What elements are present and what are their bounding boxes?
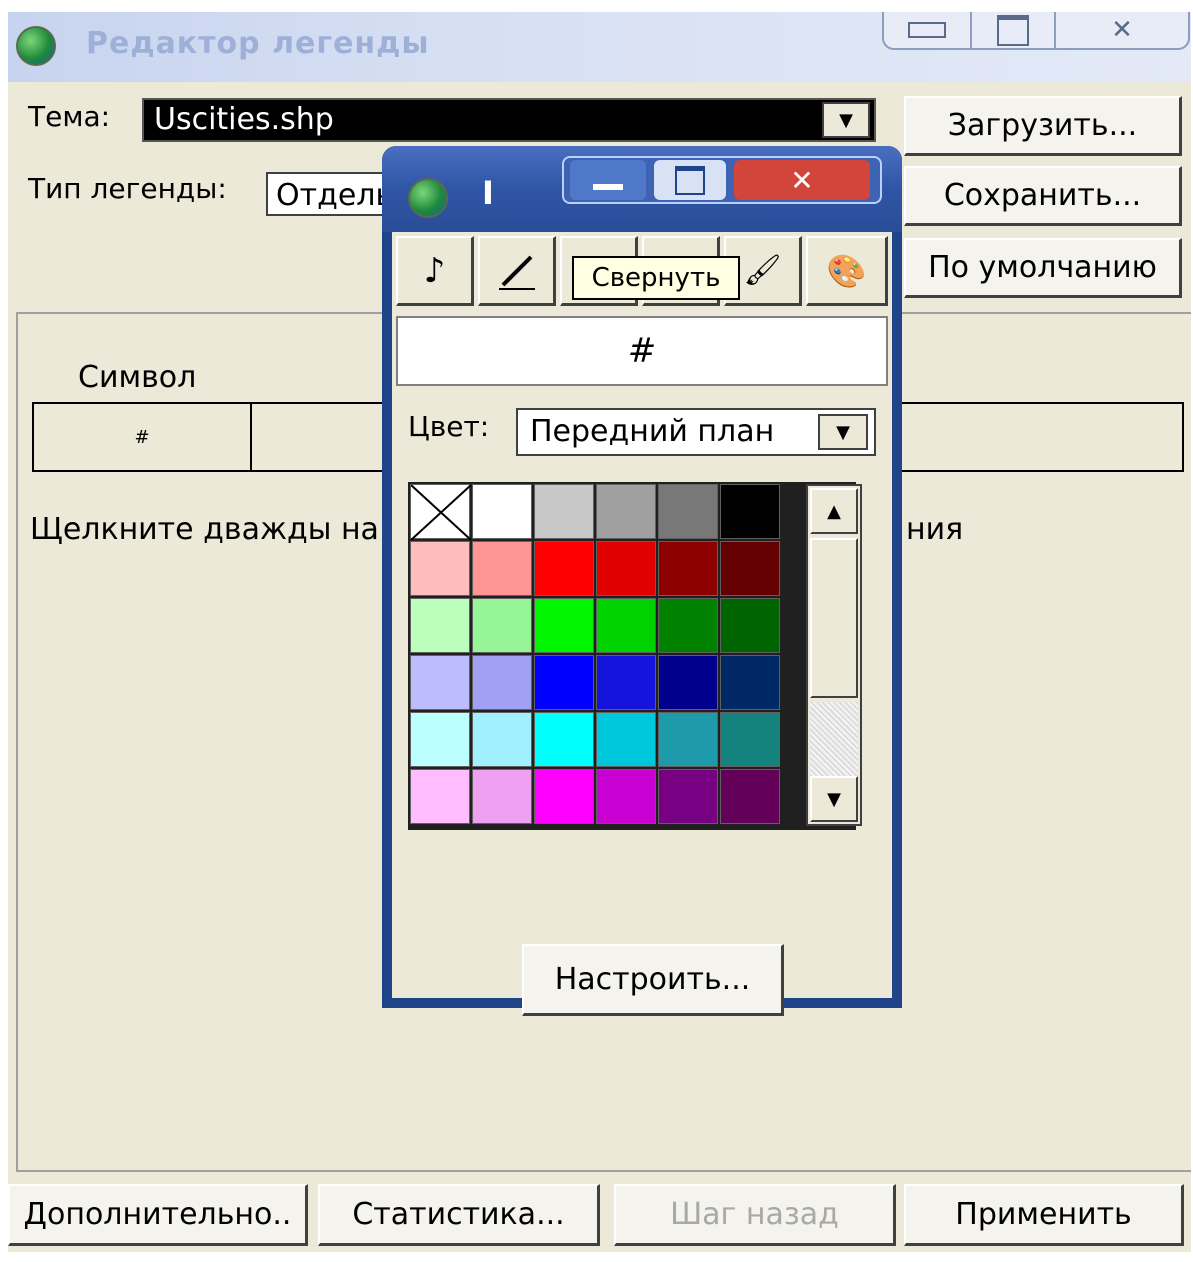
fill-bucket-icon: ♪ bbox=[423, 250, 446, 291]
color-swatch[interactable] bbox=[658, 541, 718, 596]
color-swatch[interactable] bbox=[658, 712, 718, 767]
scroll-track[interactable] bbox=[810, 702, 858, 776]
symbol-window-body: ♪ 🖌 🎨 Свернуть # Цвет: Передний план ▼ ▲… bbox=[392, 232, 892, 1016]
arrow-up-icon: ▲ bbox=[827, 500, 841, 522]
maximize-button[interactable] bbox=[970, 12, 1054, 48]
theme-select-value: Uscities.shp bbox=[154, 102, 334, 137]
color-swatch[interactable] bbox=[658, 598, 718, 653]
minimize-icon bbox=[908, 22, 946, 38]
color-swatch[interactable] bbox=[658, 769, 718, 824]
color-swatch[interactable] bbox=[720, 655, 780, 710]
color-swatch[interactable] bbox=[472, 541, 532, 596]
color-swatch[interactable] bbox=[720, 769, 780, 824]
color-swatch[interactable] bbox=[472, 598, 532, 653]
symbol-window-title-bar: I ✕ bbox=[382, 146, 902, 232]
palette-tool-tab[interactable]: 🎨 bbox=[806, 236, 888, 306]
color-swatch[interactable] bbox=[534, 598, 594, 653]
load-button[interactable]: Загрузить... bbox=[904, 96, 1182, 156]
save-button[interactable]: Сохранить... bbox=[904, 166, 1182, 226]
default-button[interactable]: По умолчанию bbox=[904, 238, 1182, 298]
symbol-window-title: I bbox=[482, 174, 494, 212]
legend-row-symbol[interactable]: # bbox=[34, 404, 252, 470]
color-palette[interactable] bbox=[408, 482, 856, 830]
chevron-down-icon: ▼ bbox=[839, 109, 853, 131]
color-swatch[interactable] bbox=[534, 541, 594, 596]
close-button[interactable]: ✕ bbox=[1054, 12, 1188, 48]
hint-text: Щелкните дважды на bbox=[30, 512, 379, 547]
color-swatch[interactable] bbox=[472, 484, 532, 539]
window-controls: ✕ bbox=[882, 12, 1190, 50]
popup-close-button[interactable]: ✕ bbox=[734, 160, 870, 200]
color-select-value: Передний план bbox=[530, 414, 775, 449]
scroll-down-button[interactable]: ▼ bbox=[810, 776, 858, 822]
hint-text-tail: ния bbox=[906, 512, 964, 547]
color-swatch[interactable] bbox=[720, 541, 780, 596]
color-swatch[interactable] bbox=[472, 655, 532, 710]
color-swatch[interactable] bbox=[596, 541, 656, 596]
app-globe-icon bbox=[16, 26, 56, 66]
color-swatch[interactable] bbox=[534, 769, 594, 824]
scroll-thumb[interactable] bbox=[810, 538, 858, 698]
color-swatch[interactable] bbox=[410, 712, 470, 767]
color-swatch[interactable] bbox=[596, 769, 656, 824]
color-swatch[interactable] bbox=[410, 769, 470, 824]
close-icon: ✕ bbox=[1111, 15, 1133, 45]
color-swatch[interactable] bbox=[596, 712, 656, 767]
color-label: Цвет: bbox=[408, 410, 490, 443]
legend-type-label: Тип легенды: bbox=[28, 172, 227, 205]
popup-minimize-button[interactable] bbox=[570, 160, 646, 200]
close-icon: ✕ bbox=[790, 163, 814, 197]
popup-maximize-button[interactable] bbox=[654, 160, 726, 200]
color-swatch[interactable] bbox=[596, 598, 656, 653]
pen-icon bbox=[498, 255, 535, 290]
color-swatch[interactable] bbox=[534, 712, 594, 767]
color-swatch[interactable] bbox=[720, 712, 780, 767]
window-title: Редактор легенды bbox=[86, 26, 430, 61]
color-swatch[interactable] bbox=[658, 655, 718, 710]
color-swatch[interactable] bbox=[720, 598, 780, 653]
statistics-button[interactable]: Статистика... bbox=[318, 1184, 600, 1246]
palette-scrollbar[interactable]: ▲ ▼ bbox=[806, 484, 862, 826]
paintbrush-icon: 🖌 bbox=[743, 253, 782, 288]
color-swatch[interactable] bbox=[410, 541, 470, 596]
chevron-down-icon: ▼ bbox=[836, 421, 850, 443]
color-swatch[interactable] bbox=[472, 769, 532, 824]
minimize-icon bbox=[593, 184, 623, 190]
app-globe-icon bbox=[408, 178, 448, 218]
symbol-window-controls: ✕ bbox=[562, 156, 882, 204]
color-dropdown-button[interactable]: ▼ bbox=[818, 414, 868, 450]
color-swatch[interactable] bbox=[596, 655, 656, 710]
symbol-preview: # bbox=[396, 316, 888, 386]
palette-icon: 🎨 bbox=[826, 251, 867, 290]
color-swatch[interactable] bbox=[658, 484, 718, 539]
color-swatch[interactable] bbox=[410, 598, 470, 653]
color-swatch-none[interactable] bbox=[410, 484, 472, 541]
color-swatch[interactable] bbox=[534, 484, 594, 539]
scroll-up-button[interactable]: ▲ bbox=[810, 488, 858, 534]
color-swatch[interactable] bbox=[472, 712, 532, 767]
apply-button[interactable]: Применить bbox=[904, 1184, 1184, 1246]
theme-select[interactable]: Uscities.shp ▼ bbox=[142, 98, 876, 142]
pen-tool-tab[interactable] bbox=[478, 236, 556, 306]
advanced-button[interactable]: Дополнительно.. bbox=[8, 1184, 308, 1246]
fill-tool-tab[interactable]: ♪ bbox=[396, 236, 474, 306]
minimize-button[interactable] bbox=[884, 12, 970, 48]
minimize-tooltip: Свернуть bbox=[572, 256, 740, 300]
color-swatch[interactable] bbox=[410, 655, 470, 710]
title-bar: Редактор легенды ✕ bbox=[8, 12, 1191, 82]
symbol-window: I ✕ ♪ 🖌 🎨 Свернуть # Цвет: Передний план… bbox=[382, 146, 902, 1016]
theme-dropdown-button[interactable]: ▼ bbox=[822, 102, 870, 138]
color-select[interactable]: Передний план ▼ bbox=[516, 408, 876, 456]
undo-button[interactable]: Шаг назад bbox=[614, 1184, 896, 1246]
maximize-icon bbox=[997, 14, 1029, 46]
color-swatch[interactable] bbox=[596, 484, 656, 539]
color-swatch[interactable] bbox=[720, 484, 780, 539]
arrow-down-icon: ▼ bbox=[827, 788, 841, 810]
theme-label: Тема: bbox=[28, 100, 111, 133]
color-swatch[interactable] bbox=[534, 655, 594, 710]
symbol-column-header: Символ bbox=[78, 360, 197, 395]
maximize-icon bbox=[675, 165, 705, 195]
customize-button[interactable]: Настроить... bbox=[522, 944, 784, 1016]
